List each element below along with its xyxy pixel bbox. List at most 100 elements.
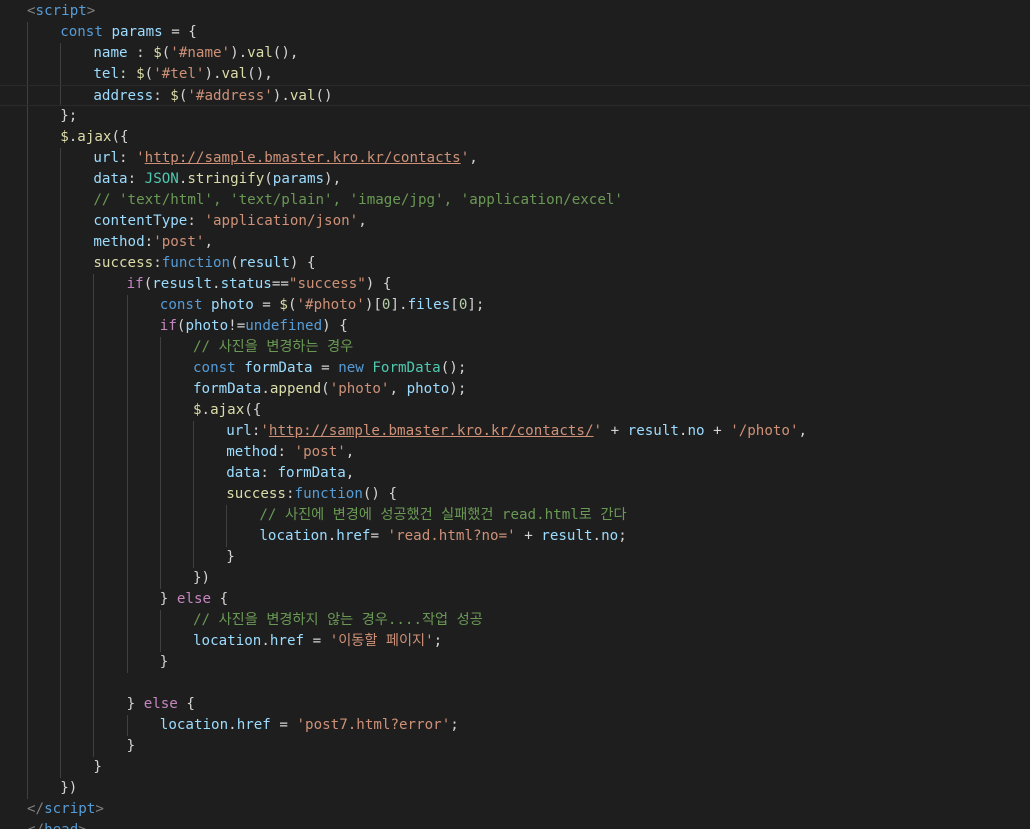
- code-line[interactable]: const photo = $('#photo')[0].files[0];: [0, 295, 1030, 316]
- code-token: ).: [272, 88, 290, 104]
- code-token: +: [704, 423, 731, 439]
- code-token: :: [127, 171, 145, 187]
- code-line[interactable]: success:function(result) {: [0, 253, 1030, 274]
- code-line[interactable]: };: [0, 106, 1030, 127]
- code-token: </: [27, 801, 45, 817]
- code-line[interactable]: <script>: [0, 1, 1030, 22]
- code-token: "success": [288, 276, 366, 292]
- code-token: :: [127, 45, 154, 61]
- code-token: $: [279, 297, 288, 313]
- code-token: location: [159, 717, 229, 733]
- code-token: }: [126, 696, 144, 712]
- code-token: :: [119, 66, 137, 82]
- code-token: };: [60, 108, 78, 124]
- code-line[interactable]: } else {: [0, 694, 1030, 715]
- code-token: }): [193, 570, 211, 586]
- code-token: +: [515, 528, 542, 544]
- code-token: val: [247, 45, 273, 61]
- code-token: no: [687, 423, 705, 439]
- code-line[interactable]: const params = {: [0, 22, 1030, 43]
- code-token: .: [68, 129, 78, 145]
- code-token: ,: [345, 465, 355, 481]
- code-line[interactable]: location.href = '이동할 페이지';: [0, 631, 1030, 652]
- code-line[interactable]: method:'post',: [0, 232, 1030, 253]
- code-token: '이동할 페이지': [329, 633, 434, 649]
- code-line[interactable]: // 사진을 변경하는 경우: [0, 337, 1030, 358]
- code-line[interactable]: success:function() {: [0, 484, 1030, 505]
- code-line[interactable]: // 'text/html', 'text/plain', 'image/jpg…: [0, 190, 1030, 211]
- code-token: else: [176, 591, 212, 607]
- code-token: 'application/json': [204, 213, 359, 229]
- code-line[interactable]: url: 'http://sample.bmaster.kro.kr/conta…: [0, 148, 1030, 169]
- code-token: (: [264, 171, 273, 187]
- code-line[interactable]: address: $('#address').val(): [0, 85, 1030, 106]
- code-token: method: [93, 234, 145, 250]
- code-line[interactable]: // 사진을 변경하지 않는 경우....작업 성공: [0, 610, 1030, 631]
- code-line[interactable]: // 사진에 변경에 성공했건 실패했건 read.html로 간다: [0, 505, 1030, 526]
- code-line[interactable]: }): [0, 778, 1030, 799]
- code-token: ,: [798, 423, 808, 439]
- code-line[interactable]: $.ajax({: [0, 127, 1030, 148]
- code-line[interactable]: </head>: [0, 820, 1030, 829]
- code-token: (),: [272, 45, 299, 61]
- code-editor[interactable]: <script> const params = {name : $('#name'…: [0, 0, 1030, 829]
- code-token: ,: [469, 150, 478, 166]
- code-line[interactable]: name : $('#name').val(),: [0, 43, 1030, 64]
- code-line[interactable]: }: [0, 736, 1030, 757]
- code-token: ),: [324, 171, 342, 187]
- code-token: ajax: [210, 402, 245, 418]
- code-token: = {: [162, 24, 197, 40]
- code-line[interactable]: } else {: [0, 589, 1030, 610]
- code-token: ();: [440, 360, 467, 376]
- code-token: ': [260, 423, 269, 439]
- code-token: .: [201, 402, 211, 418]
- code-token: :: [119, 150, 137, 166]
- code-token: head: [44, 822, 78, 829]
- code-token: :: [144, 234, 154, 250]
- code-token: params: [111, 24, 163, 40]
- code-line[interactable]: $.ajax({: [0, 400, 1030, 421]
- code-line[interactable]: url:'http://sample.bmaster.kro.kr/contac…: [0, 421, 1030, 442]
- code-line[interactable]: </script>: [0, 799, 1030, 820]
- code-token: formData: [244, 360, 313, 376]
- code-token: ajax: [77, 129, 112, 145]
- code-line[interactable]: }: [0, 547, 1030, 568]
- code-token: $: [170, 88, 179, 104]
- code-line[interactable]: data: JSON.stringify(params),: [0, 169, 1030, 190]
- code-token: photo: [211, 297, 254, 313]
- code-token: formData: [193, 381, 262, 397]
- code-token: +: [602, 423, 628, 439]
- code-token: ) {: [322, 318, 348, 334]
- code-line[interactable]: data: formData,: [0, 463, 1030, 484]
- code-token: val: [289, 88, 316, 104]
- code-line[interactable]: contentType: 'application/json',: [0, 211, 1030, 232]
- code-line[interactable]: const formData = new FormData();: [0, 358, 1030, 379]
- code-token: href: [236, 717, 271, 733]
- code-line[interactable]: formData.append('photo', photo);: [0, 379, 1030, 400]
- code-line[interactable]: }: [0, 757, 1030, 778]
- code-token: (: [321, 381, 330, 397]
- code-line[interactable]: method: 'post',: [0, 442, 1030, 463]
- code-line[interactable]: if(photo!=undefined) {: [0, 316, 1030, 337]
- code-token: 'read.html?no=': [387, 528, 516, 544]
- code-token: .: [592, 528, 602, 544]
- code-line[interactable]: tel: $('#tel').val(),: [0, 64, 1030, 85]
- code-token: const: [159, 297, 212, 313]
- code-line[interactable]: location.href= 'read.html?no=' + result.…: [0, 526, 1030, 547]
- code-line[interactable]: [0, 673, 1030, 694]
- code-token: }: [159, 591, 177, 607]
- code-token: '#photo': [296, 297, 365, 313]
- code-line[interactable]: }: [0, 652, 1030, 673]
- code-token: ,: [345, 444, 355, 460]
- code-line[interactable]: location.href = 'post7.html?error';: [0, 715, 1030, 736]
- code-token: method: [226, 444, 278, 460]
- code-token: data: [93, 171, 128, 187]
- code-token: ({: [244, 402, 262, 418]
- code-token: {: [211, 591, 229, 607]
- code-token: .: [261, 381, 270, 397]
- code-token: (: [161, 45, 171, 61]
- code-token: location: [193, 633, 262, 649]
- code-token: $: [193, 402, 202, 418]
- code-line[interactable]: if(resuslt.status=="success") {: [0, 274, 1030, 295]
- code-line[interactable]: }): [0, 568, 1030, 589]
